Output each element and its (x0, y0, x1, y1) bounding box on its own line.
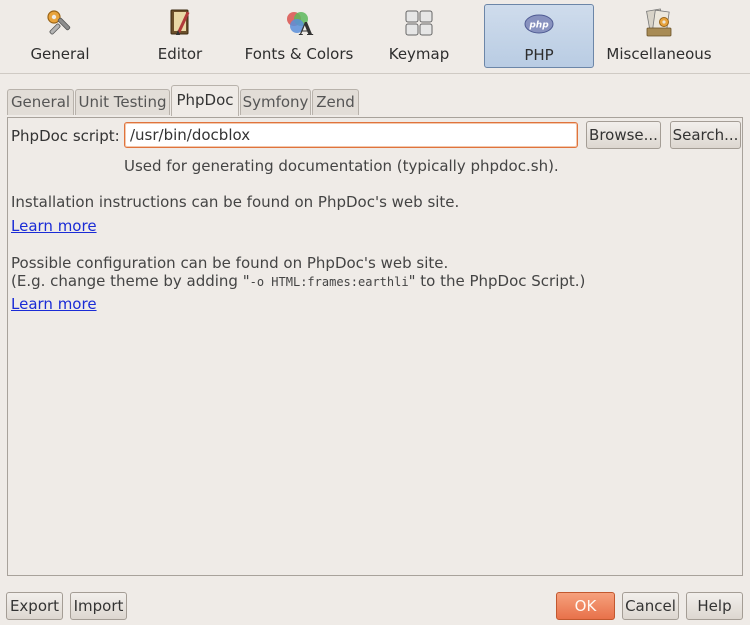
install-instructions-text: Installation instructions can be found o… (11, 193, 460, 211)
category-toolbar: General Editor A Fonts & Colors Keymap p… (0, 0, 750, 72)
browse-button[interactable]: Browse... (586, 121, 661, 149)
example-suffix: " to the PhpDoc Script.) (408, 272, 586, 290)
category-fonts-colors[interactable]: A Fonts & Colors (244, 4, 354, 68)
tab-phpdoc[interactable]: PhpDoc (171, 85, 239, 116)
learn-more-link-configuration[interactable]: Learn more (11, 295, 97, 313)
php-icon: php (524, 14, 554, 34)
category-general[interactable]: General (5, 4, 115, 68)
example-code: -o HTML:frames:earthli (249, 275, 409, 289)
toolbar-divider (0, 73, 750, 74)
tab-symfony[interactable]: Symfony (240, 89, 311, 115)
svg-text:php: php (528, 21, 549, 31)
category-general-label: General (30, 45, 90, 63)
ok-button[interactable]: OK (556, 592, 615, 620)
learn-more-link-install[interactable]: Learn more (11, 217, 97, 235)
tools-icon (47, 10, 71, 35)
export-button[interactable]: Export (6, 592, 63, 620)
category-keymap[interactable]: Keymap (364, 4, 474, 68)
tab-unit-testing[interactable]: Unit Testing (75, 89, 170, 115)
svg-text:A: A (298, 19, 314, 38)
category-editor[interactable]: Editor (125, 4, 235, 68)
cancel-button[interactable]: Cancel (622, 592, 679, 620)
options-window: General Editor A Fonts & Colors Keymap p… (0, 0, 750, 625)
keymap-icon (405, 10, 433, 36)
help-button[interactable]: Help (686, 592, 743, 620)
configuration-text: Possible configuration can be found on P… (11, 254, 449, 272)
editor-icon (170, 9, 190, 35)
phpdoc-script-input[interactable] (124, 122, 578, 148)
configuration-example: (E.g. change theme by adding "-o HTML:fr… (11, 272, 585, 290)
tab-zend[interactable]: Zend (312, 89, 359, 115)
category-php[interactable]: php PHP (484, 4, 594, 68)
category-editor-label: Editor (157, 45, 203, 63)
category-miscellaneous[interactable]: Miscellaneous (604, 4, 714, 68)
category-keymap-label: Keymap (388, 45, 450, 63)
search-button[interactable]: Search... (670, 121, 741, 149)
tab-general[interactable]: General (7, 89, 74, 115)
example-prefix: (E.g. change theme by adding " (11, 272, 250, 290)
import-button[interactable]: Import (70, 592, 127, 620)
miscellaneous-icon (646, 8, 672, 37)
phpdoc-script-label: PhpDoc script: (11, 127, 120, 145)
fonts-colors-icon: A (287, 12, 314, 38)
category-fonts-colors-label: Fonts & Colors (244, 45, 354, 63)
phpdoc-panel: PhpDoc script: Browse... Search... Used … (7, 117, 743, 576)
category-miscellaneous-label: Miscellaneous (606, 45, 712, 63)
phpdoc-script-hint: Used for generating documentation (typic… (124, 157, 559, 175)
category-php-label: PHP (524, 46, 554, 64)
